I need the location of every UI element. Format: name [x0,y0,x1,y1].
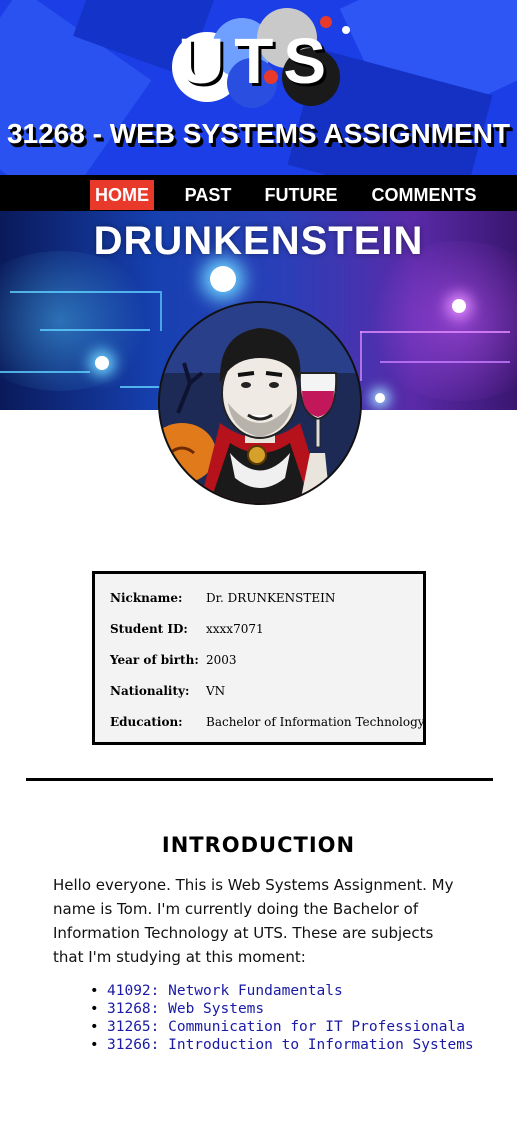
circuit-line [40,329,150,331]
logo-dot [342,26,350,34]
bullet-icon: • [90,1019,99,1035]
intro-heading: INTRODUCTION [161,833,356,857]
nav-future[interactable]: FUTURE [260,181,342,209]
profile-info-table: Nickname: Dr. DRUNKENSTEIN Student ID: x… [92,571,426,745]
info-value: VN [206,684,226,698]
info-value: Dr. DRUNKENSTEIN [206,591,336,605]
banner-title: DRUNKENSTEIN [93,219,424,263]
bullet-icon: • [90,1037,99,1053]
nav-comments[interactable]: COMMENTS [366,181,482,209]
circuit-line [380,361,510,363]
info-label: Nationality: [110,684,190,698]
page-title: 31268 - WEB SYSTEMS ASSIGNMENT [6,118,511,149]
logo-text: UTS [178,25,336,97]
banner-glow [0,251,160,391]
info-value: 2003 [206,653,237,667]
subject-link[interactable]: 31266: Introduction to Information Syste… [107,1037,474,1053]
nav-past[interactable]: PAST [178,181,238,209]
section-divider [26,778,493,781]
banner-glow [95,356,109,370]
uts-logo[interactable]: UTS [172,8,350,108]
banner-glow [360,241,517,401]
info-value: Bachelor of Information Technology [206,715,425,729]
banner-glow [452,299,466,313]
list-item: • 31268: Web Systems [90,1000,490,1018]
avatar-illustration [160,303,360,503]
info-label: Student ID: [110,622,188,636]
intro-paragraph: Hello everyone. This is Web Systems Assi… [53,876,454,966]
info-value: xxxx7071 [206,622,264,636]
info-label: Nickname: [110,591,183,605]
circuit-line [10,291,160,293]
circuit-line [360,331,510,333]
bullet-icon: • [90,1001,99,1017]
nav-home[interactable]: HOME [90,180,154,210]
banner-glow [375,393,385,403]
subject-link[interactable]: 31268: Web Systems [107,1001,264,1017]
profile-avatar [160,303,360,503]
main-nav: HOME PAST FUTURE COMMENTS [0,175,517,211]
bullet-icon: • [90,983,99,999]
subject-link[interactable]: 31265: Communication for IT Professional… [107,1019,465,1035]
info-label: Education: [110,715,183,729]
banner-glow [210,266,236,292]
subject-list: • 41092: Network Fundamentals • 31268: Web… [90,982,490,1054]
circuit-line [0,371,90,373]
circuit-line [360,331,362,381]
list-item: • 31265: Communication for IT Professiona… [90,1018,490,1036]
site-header: UTS 31268 - WEB SYSTEMS ASSIGNMENT [0,0,517,175]
list-item: • 31266: Introduction to Information Syst… [90,1036,490,1054]
info-label: Year of birth: [110,653,199,667]
circuit-line [160,291,162,331]
subject-link[interactable]: 41092: Network Fundamentals [107,983,343,999]
list-item: • 41092: Network Fundamentals [90,982,490,1000]
